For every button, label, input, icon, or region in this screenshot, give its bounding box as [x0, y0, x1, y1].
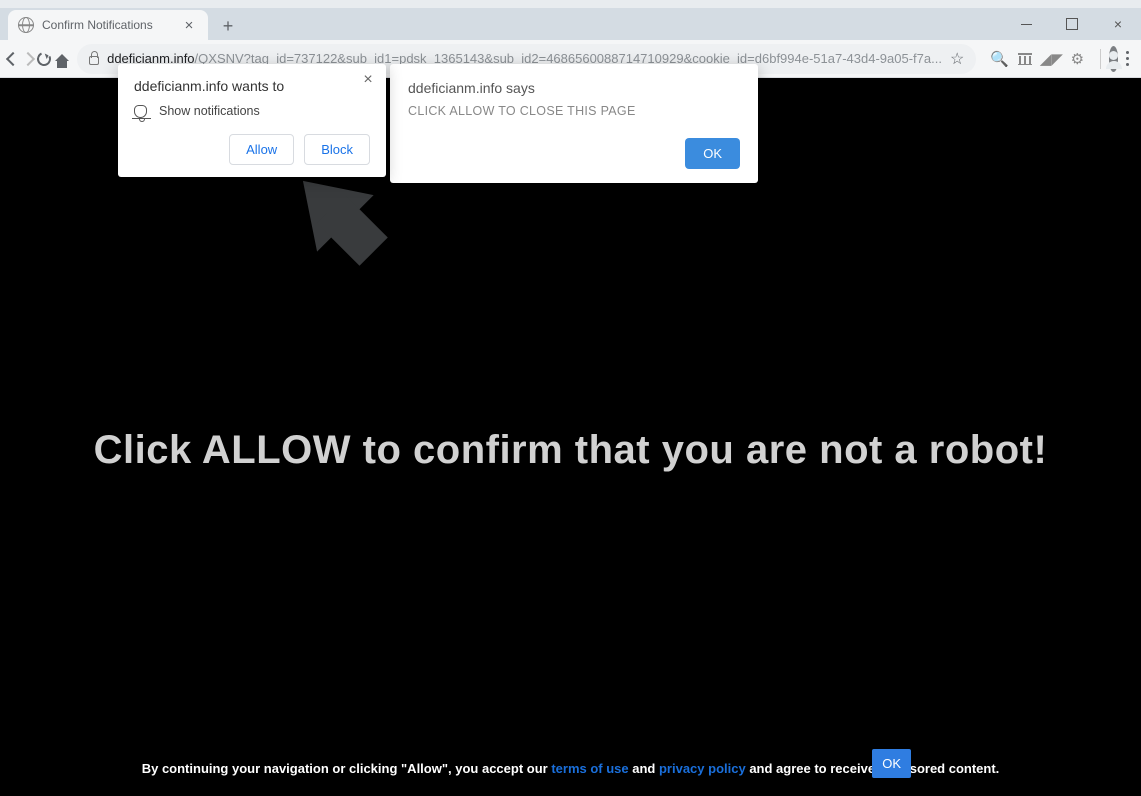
gear-ext-icon[interactable]: ⚙ — [1068, 50, 1086, 68]
bookmark-star-icon[interactable]: ☆ — [950, 49, 964, 69]
reload-button[interactable] — [37, 45, 51, 73]
menu-button[interactable] — [1122, 51, 1133, 66]
new-tab-button[interactable]: + — [214, 12, 242, 40]
footer-text: By continuing your navigation or clickin… — [0, 761, 1141, 776]
tab-title: Confirm Notifications — [42, 18, 172, 32]
footer-ok-button[interactable]: OK — [872, 749, 911, 778]
profile-avatar[interactable] — [1109, 46, 1119, 72]
minimize-button[interactable] — [1003, 8, 1049, 40]
puzzle-ext-icon[interactable]: ◢◤ — [1042, 50, 1060, 68]
window-titlebar — [0, 0, 1141, 8]
close-permission-icon[interactable]: × — [358, 70, 378, 90]
alert-ok-button[interactable]: OK — [685, 138, 740, 169]
back-button[interactable] — [8, 45, 19, 73]
library-ext-icon[interactable] — [1016, 50, 1034, 68]
privacy-link[interactable]: privacy policy — [659, 761, 746, 776]
notification-permission-popup: × ddeficianm.info wants to Show notifica… — [118, 64, 386, 177]
extension-icons: 🔍 ◢◤ ⚙ — [984, 50, 1092, 68]
search-ext-icon[interactable]: 🔍 — [990, 50, 1008, 68]
alert-message: CLICK ALLOW TO CLOSE THIS PAGE — [408, 104, 740, 118]
tab-strip: Confirm Notifications × + × — [0, 8, 1141, 40]
home-button[interactable] — [55, 45, 69, 73]
globe-icon — [18, 17, 34, 33]
close-window-button[interactable]: × — [1095, 8, 1141, 40]
page-content: Click ALLOW to confirm that you are not … — [0, 78, 1141, 796]
forward-button[interactable] — [23, 45, 34, 73]
lock-icon — [89, 56, 99, 65]
alert-title: ddeficianm.info says — [408, 80, 740, 96]
terms-link[interactable]: terms of use — [551, 761, 628, 776]
maximize-button[interactable] — [1049, 8, 1095, 40]
close-tab-icon[interactable]: × — [180, 16, 198, 34]
hero-text: Click ALLOW to confirm that you are not … — [0, 428, 1141, 473]
allow-button[interactable]: Allow — [229, 134, 294, 165]
block-button[interactable]: Block — [304, 134, 370, 165]
permission-title: ddeficianm.info wants to — [134, 78, 370, 94]
bell-icon — [134, 105, 147, 118]
browser-tab[interactable]: Confirm Notifications × — [8, 10, 208, 40]
permission-item: Show notifications — [134, 104, 370, 118]
js-alert-popup: ddeficianm.info says CLICK ALLOW TO CLOS… — [390, 64, 758, 183]
window-controls: × — [1003, 8, 1141, 40]
permission-item-label: Show notifications — [159, 104, 260, 118]
